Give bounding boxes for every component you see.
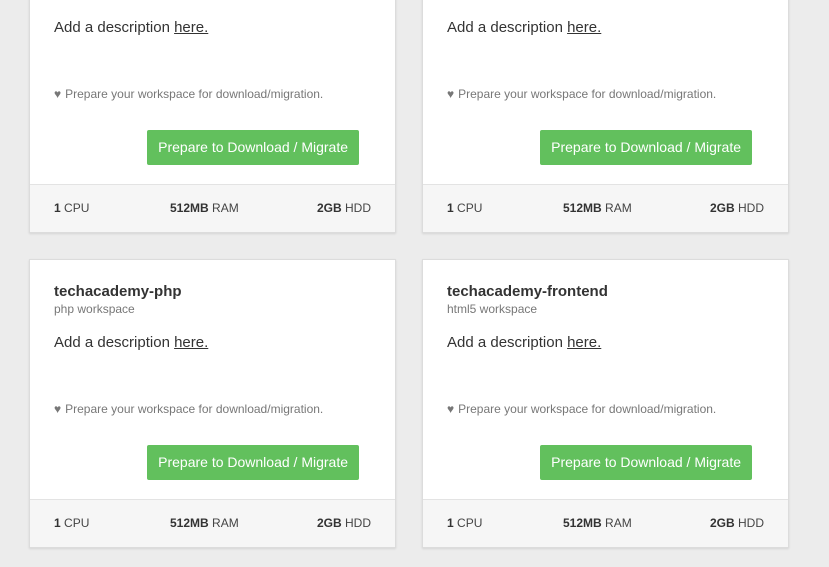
cpu-value: 1 <box>447 516 454 530</box>
heart-icon: ♥ <box>447 402 455 416</box>
download-note-text: Prepare your workspace for download/migr… <box>65 402 324 416</box>
ram-spec: 512MB RAM <box>170 516 239 530</box>
prepare-download-button[interactable]: Prepare to Download / Migrate <box>147 130 359 165</box>
ram-unit: RAM <box>208 516 239 530</box>
heart-icon: ♥ <box>54 402 62 416</box>
ram-spec: 512MB RAM <box>563 516 632 530</box>
description: Add a description here. <box>54 19 208 36</box>
cpu-spec: 1 CPU <box>447 516 482 530</box>
hdd-value: 2GB <box>709 201 735 215</box>
cpu-unit: CPU <box>453 201 483 215</box>
download-note: ♥ Prepare your workspace for download/mig… <box>447 87 716 101</box>
download-note: ♥ Prepare your workspace for download/mig… <box>54 87 323 101</box>
description-text: Add a description <box>54 19 175 36</box>
cpu-unit: CPU <box>453 516 483 530</box>
card-footer: 1 CPU 512MB RAM 2GB HDD <box>30 184 395 232</box>
cpu-value: 1 <box>54 516 61 530</box>
hdd-value: 2GB <box>316 201 342 215</box>
prepare-download-button[interactable]: Prepare to Download / Migrate <box>540 445 752 480</box>
ram-unit: RAM <box>601 201 632 215</box>
hdd-unit: HDD <box>734 516 764 530</box>
description: Add a description here. <box>447 334 601 351</box>
hdd-unit: HDD <box>341 516 371 530</box>
download-note-text: Prepare your workspace for download/migr… <box>458 87 717 101</box>
hdd-unit: HDD <box>734 201 764 215</box>
ram-unit: RAM <box>601 516 632 530</box>
workspace-type: php workspace <box>54 302 135 316</box>
download-note-text: Prepare your workspace for download/migr… <box>458 402 717 416</box>
workspace-card: techacademy-frontend html5 workspace Add… <box>422 259 789 548</box>
card-footer: 1 CPU 512MB RAM 2GB HDD <box>423 184 788 232</box>
hdd-unit: HDD <box>341 201 371 215</box>
download-note: ♥ Prepare your workspace for download/mig… <box>54 402 323 416</box>
description-text: Add a description <box>54 334 175 351</box>
workspace-name[interactable]: techacademy-frontend <box>447 283 608 300</box>
heart-icon: ♥ <box>54 87 62 101</box>
add-description-link[interactable]: here. <box>567 334 601 351</box>
cpu-spec: 1 CPU <box>447 201 482 215</box>
workspace-type: html5 workspace <box>447 302 538 316</box>
hdd-spec: 2GB HDD <box>710 516 764 530</box>
card-footer: 1 CPU 512MB RAM 2GB HDD <box>30 499 395 547</box>
ram-spec: 512MB RAM <box>563 201 632 215</box>
hdd-spec: 2GB HDD <box>317 201 371 215</box>
description: Add a description here. <box>447 19 601 36</box>
hdd-spec: 2GB HDD <box>710 201 764 215</box>
ram-value: 512MB <box>563 201 602 215</box>
prepare-download-button[interactable]: Prepare to Download / Migrate <box>540 130 752 165</box>
ram-value: 512MB <box>170 201 209 215</box>
download-note: ♥ Prepare your workspace for download/mig… <box>447 402 716 416</box>
description-text: Add a description <box>447 334 568 351</box>
workspace-name[interactable]: techacademy-php <box>54 283 182 300</box>
cpu-value: 1 <box>447 201 454 215</box>
description: Add a description here. <box>54 334 208 351</box>
cpu-spec: 1 CPU <box>54 201 89 215</box>
ram-value: 512MB <box>170 516 209 530</box>
workspace-card: techacademy-php php workspace Add a desc… <box>29 259 396 548</box>
add-description-link[interactable]: here. <box>174 334 208 351</box>
add-description-link[interactable]: here. <box>567 19 601 36</box>
cpu-spec: 1 CPU <box>54 516 89 530</box>
hdd-value: 2GB <box>709 516 735 530</box>
hdd-value: 2GB <box>316 516 342 530</box>
workspace-card: Add a description here. ♥ Prepare your wo… <box>422 0 789 233</box>
heart-icon: ♥ <box>447 87 455 101</box>
cpu-value: 1 <box>54 201 61 215</box>
add-description-link[interactable]: here. <box>174 19 208 36</box>
cpu-unit: CPU <box>60 516 90 530</box>
ram-spec: 512MB RAM <box>170 201 239 215</box>
ram-value: 512MB <box>563 516 602 530</box>
hdd-spec: 2GB HDD <box>317 516 371 530</box>
card-footer: 1 CPU 512MB RAM 2GB HDD <box>423 499 788 547</box>
workspace-card: Add a description here. ♥ Prepare your wo… <box>29 0 396 233</box>
description-text: Add a description <box>447 19 568 36</box>
ram-unit: RAM <box>208 201 239 215</box>
cpu-unit: CPU <box>60 201 90 215</box>
download-note-text: Prepare your workspace for download/migr… <box>65 87 324 101</box>
prepare-download-button[interactable]: Prepare to Download / Migrate <box>147 445 359 480</box>
